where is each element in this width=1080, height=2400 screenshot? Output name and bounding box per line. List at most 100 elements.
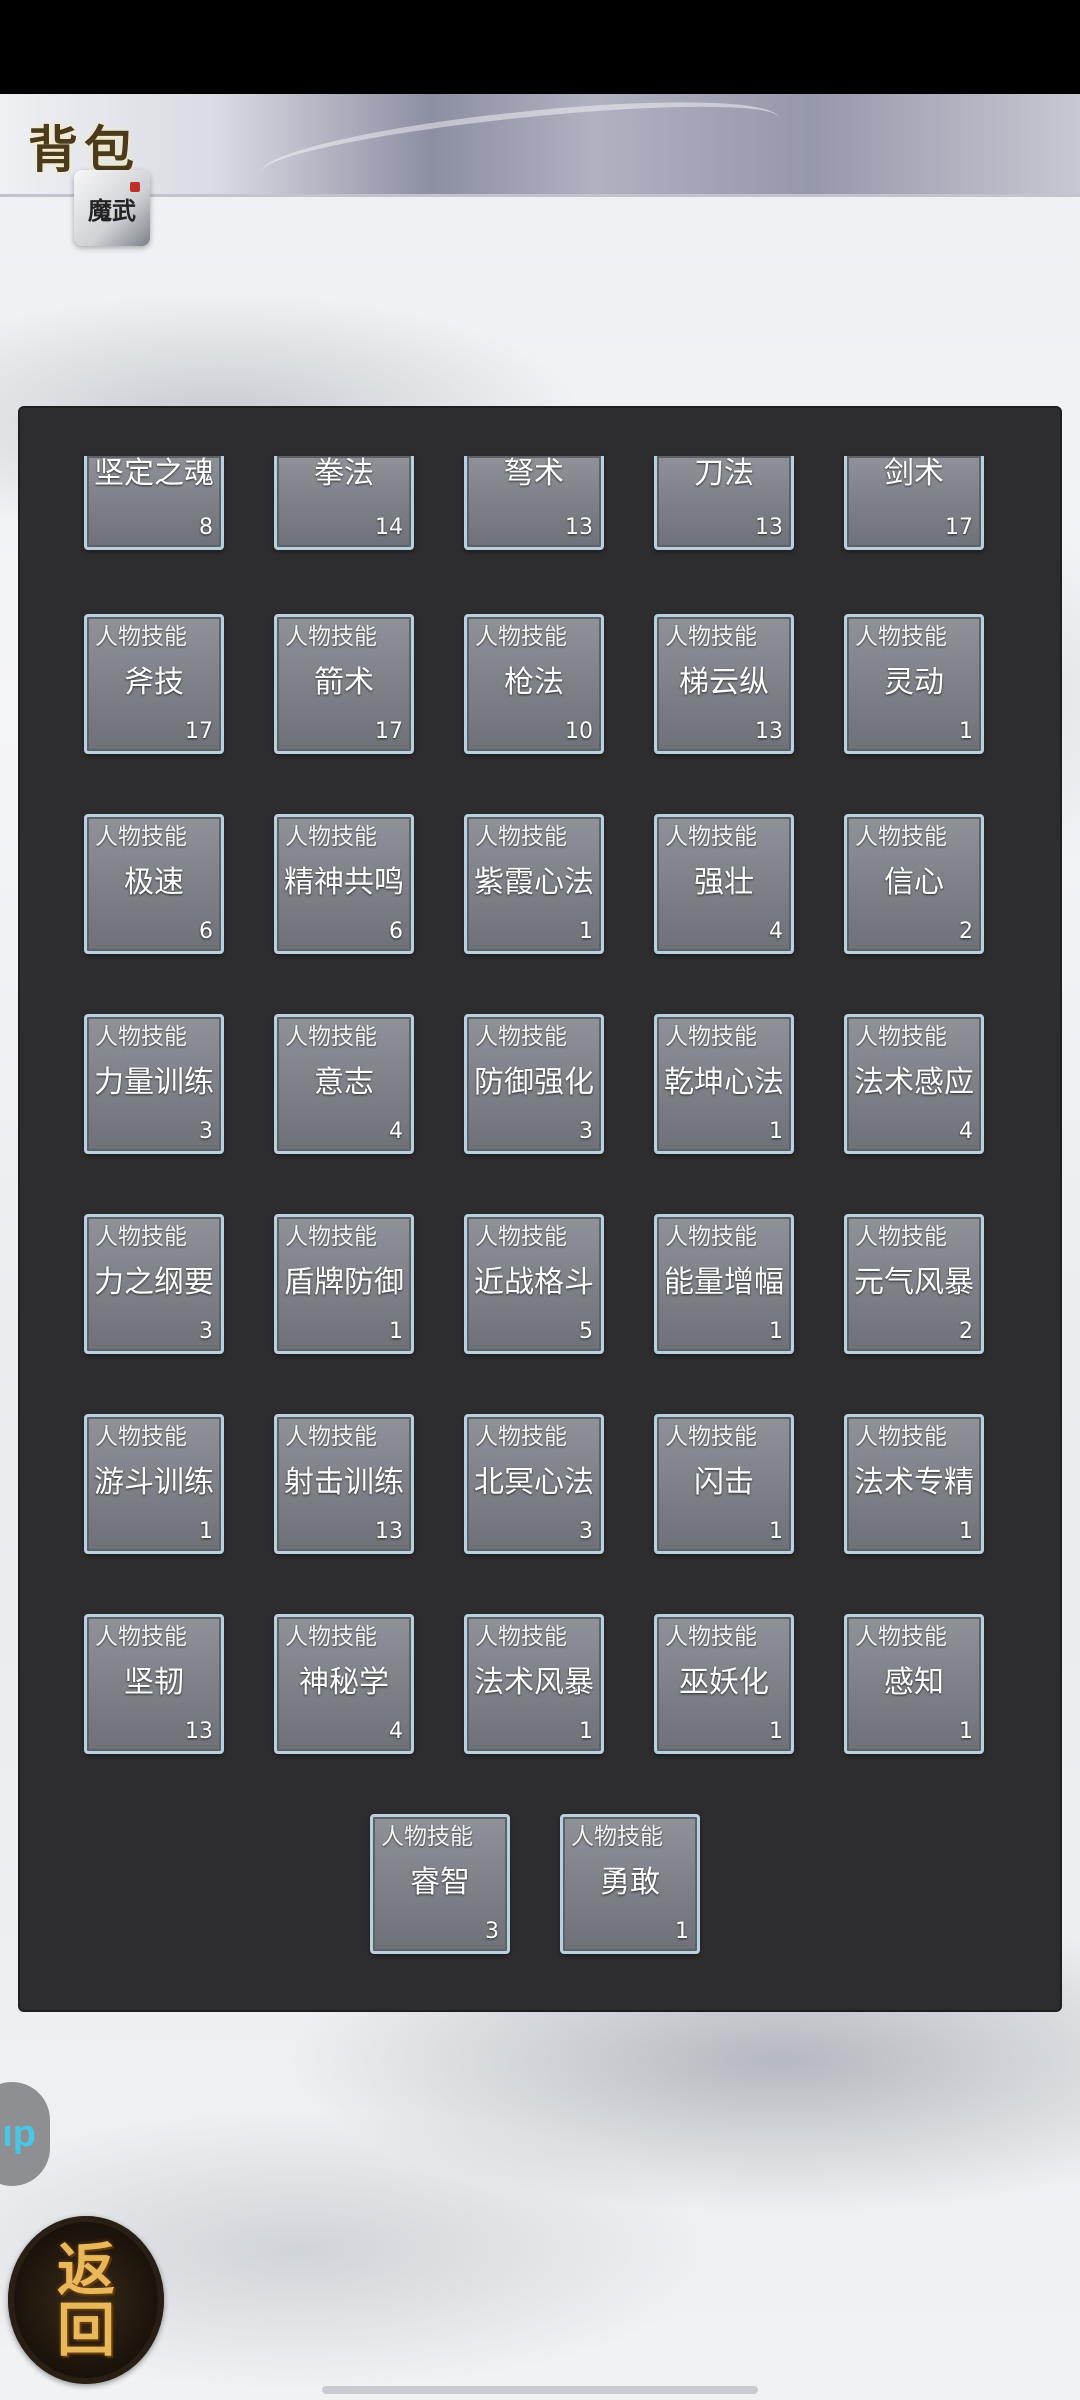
skill-slot[interactable]: 人物技能 法术风暴 1: [464, 1614, 604, 1754]
skill-slot[interactable]: 人物技能 闪击 1: [654, 1414, 794, 1554]
skill-slot[interactable]: 人物技能睿智 3: [370, 1814, 510, 1954]
skill-slot[interactable]: 人物技能勇敢 1: [560, 1814, 700, 1954]
skill-slot[interactable]: 人物技能 斧技 17: [84, 614, 224, 754]
skill-type-label: 人物技能: [665, 824, 757, 850]
inventory-panel[interactable]: 坚定之魂 8 拳法 14 弩术 13 刀法 13 剑术 17 人物技能 斧技 17 人物技能 箭术 17 人物技…: [20, 408, 1060, 2010]
skill-slot[interactable]: 人物技能 神秘学 4: [274, 1614, 414, 1754]
skill-count: 1: [579, 1719, 593, 1744]
skill-count: 3: [579, 1519, 593, 1544]
skill-slot[interactable]: 弩术 13: [464, 456, 604, 550]
skill-name: 射击训练: [284, 1465, 404, 1500]
skill-slot[interactable]: 人物技能 力之纲要 3: [84, 1214, 224, 1354]
skill-slot[interactable]: 人物技能 元气风暴 2: [844, 1214, 984, 1354]
skill-name: 箭术: [314, 665, 374, 700]
skill-type-label: 人物技能: [855, 1224, 947, 1250]
skill-slot[interactable]: 人物技能 灵动 1: [844, 614, 984, 754]
skill-count: 6: [199, 919, 213, 944]
skill-name: 精神共鸣: [284, 865, 404, 900]
skill-type-label: 人物技能: [475, 1624, 567, 1650]
skill-count: 2: [959, 919, 973, 944]
skill-name: 坚韧: [124, 1665, 184, 1700]
skill-count: 17: [375, 719, 403, 744]
skill-type-label: 人物技能: [285, 624, 377, 650]
skill-slot[interactable]: 人物技能 坚韧 13: [84, 1614, 224, 1754]
skill-type-label: 人物技能: [285, 1624, 377, 1650]
skill-type-label: 人物技能: [95, 624, 187, 650]
skill-type-label: 人物技能: [381, 1824, 473, 1850]
skill-name: 弩术: [504, 456, 564, 491]
skill-slot[interactable]: 人物技能 防御强化 3: [464, 1014, 604, 1154]
skill-slot[interactable]: 人物技能 感知 1: [844, 1614, 984, 1754]
skill-type-label: 人物技能: [95, 1424, 187, 1450]
skill-type-label: 人物技能: [571, 1824, 663, 1850]
skill-slot[interactable]: 刀法 13: [654, 456, 794, 550]
skill-slot[interactable]: 人物技能 游斗训练 1: [84, 1414, 224, 1554]
skill-count: 3: [485, 1919, 499, 1944]
skill-slot[interactable]: 人物技能 信心 2: [844, 814, 984, 954]
skill-slot[interactable]: 人物技能 盾牌防御 1: [274, 1214, 414, 1354]
skill-count: 8: [199, 515, 213, 540]
status-bar: [0, 0, 1080, 94]
skill-slot[interactable]: 人物技能 能量增幅 1: [654, 1214, 794, 1354]
skill-slot[interactable]: 人物技能 射击训练 13: [274, 1414, 414, 1554]
skill-name: 剑术: [884, 456, 944, 491]
skill-slot[interactable]: 人物技能 意志 4: [274, 1014, 414, 1154]
skill-slot[interactable]: 人物技能 北冥心法 3: [464, 1414, 604, 1554]
skill-name: 睿智: [410, 1865, 470, 1900]
skill-slot[interactable]: 人物技能 近战格斗 5: [464, 1214, 604, 1354]
skill-name: 勇敢: [600, 1865, 660, 1900]
skill-slot[interactable]: 人物技能巫妖化 1: [654, 1614, 794, 1754]
skill-name: 闪击: [694, 1465, 754, 1500]
skill-name: 盾牌防御: [284, 1265, 404, 1300]
skill-slot[interactable]: 坚定之魂 8: [84, 456, 224, 550]
skill-name: 元气风暴: [854, 1265, 974, 1300]
skill-slot[interactable]: 剑术 17: [844, 456, 984, 550]
skill-slot[interactable]: 人物技能 枪法 10: [464, 614, 604, 754]
skill-type-label: 人物技能: [475, 624, 567, 650]
skill-name: 信心: [884, 865, 944, 900]
skill-slot[interactable]: 人物技能 力量训练 3: [84, 1014, 224, 1154]
skill-slot[interactable]: 人物技能 梯云纵 13: [654, 614, 794, 754]
skill-type-label: 人物技能: [475, 1224, 567, 1250]
skill-slot[interactable]: 人物技能 极速 6: [84, 814, 224, 954]
skill-count: 14: [375, 515, 403, 540]
skill-type-label: 人物技能: [95, 1224, 187, 1250]
skill-count: 3: [579, 1119, 593, 1144]
home-indicator[interactable]: [322, 2386, 758, 2394]
skill-count: 13: [755, 515, 783, 540]
back-button[interactable]: 返 回: [8, 2216, 164, 2384]
skill-type-label: 人物技能: [285, 1224, 377, 1250]
skill-count: 1: [579, 919, 593, 944]
skill-slot[interactable]: 人物技能 乾坤心法 1: [654, 1014, 794, 1154]
skill-slot[interactable]: 人物技能箭术 17: [274, 614, 414, 754]
game-logo-icon[interactable]: 魔武: [74, 170, 150, 246]
skill-name: 神秘学: [299, 1665, 389, 1700]
skill-slot[interactable]: 人物技能 强壮 4: [654, 814, 794, 954]
skill-count: 1: [769, 1719, 783, 1744]
skill-name: 拳法: [314, 456, 374, 491]
skill-type-label: 人物技能: [95, 1624, 187, 1650]
skill-name: 游斗训练: [94, 1465, 214, 1500]
skill-count: 13: [755, 719, 783, 744]
skill-count: 6: [389, 919, 403, 944]
skill-slot[interactable]: 人物技能 法术感应 4: [844, 1014, 984, 1154]
skill-name: 法术感应: [854, 1065, 974, 1100]
skill-type-label: 人物技能: [855, 624, 947, 650]
skill-count: 4: [389, 1119, 403, 1144]
skill-grid: 坚定之魂 8 拳法 14 弩术 13 刀法 13 剑术 17 人物技能 斧技 17 人物技能 箭术 17 人物技…: [20, 408, 1060, 2010]
skill-name: 近战格斗: [474, 1265, 594, 1300]
skill-count: 17: [945, 515, 973, 540]
back-button-label-1: 返: [56, 2236, 115, 2304]
skill-slot[interactable]: 人物技能 法术专精 1: [844, 1414, 984, 1554]
skill-type-label: 人物技能: [665, 1424, 757, 1450]
skill-count: 1: [675, 1919, 689, 1944]
skill-name: 坚定之魂: [94, 456, 214, 491]
skill-type-label: 人物技能: [855, 1624, 947, 1650]
skill-name: 法术专精: [854, 1465, 974, 1500]
skill-slot[interactable]: 拳法 14: [274, 456, 414, 550]
floating-app-button[interactable]: ıp: [0, 2082, 50, 2186]
skill-name: 巫妖化: [679, 1665, 769, 1700]
skill-slot[interactable]: 人物技能 精神共鸣 6: [274, 814, 414, 954]
skill-slot[interactable]: 人物技能 紫霞心法 1: [464, 814, 604, 954]
skill-type-label: 人物技能: [665, 1624, 757, 1650]
